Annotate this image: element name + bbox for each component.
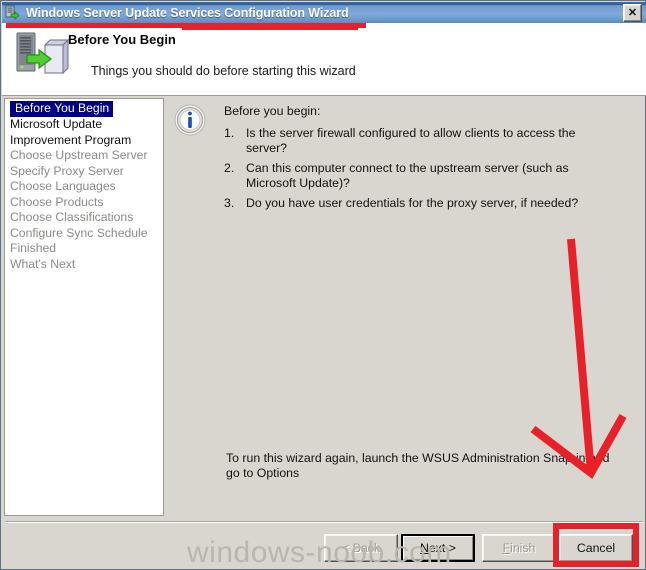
sidebar-item-6[interactable]: Choose Classifications (5, 210, 163, 226)
info-icon (174, 104, 206, 136)
sidebar-item-label: Before You Begin (10, 101, 114, 117)
checklist-item-text: Can this computer connect to the upstrea… (246, 161, 569, 190)
wizard-window: Windows Server Update Services Configura… (0, 0, 646, 570)
wsus-server-icon (5, 5, 21, 21)
page-title: Before You Begin (68, 32, 176, 47)
checklist-item: 2. Can this computer connect to the upstr… (224, 161, 624, 191)
wizard-header: Before You Begin Things you should do be… (2, 23, 646, 96)
cancel-button-label: Cancel (576, 541, 616, 555)
sidebar-item-label: Choose Languages (10, 179, 116, 193)
back-button[interactable]: < Back (324, 534, 398, 562)
content-intro: Before you begin: (224, 104, 321, 118)
window-title: Windows Server Update Services Configura… (26, 5, 349, 20)
sidebar-item-0[interactable]: Before You Begin (5, 99, 163, 117)
sidebar-item-7[interactable]: Configure Sync Schedule (5, 226, 163, 242)
sidebar-item-1[interactable]: Microsoft Update Improvement Program (5, 117, 163, 148)
button-bar-separator (5, 521, 643, 523)
sidebar-item-8[interactable]: Finished (5, 241, 163, 257)
next-button-label: Next > (420, 541, 456, 555)
sidebar-item-9[interactable]: What's Next (5, 257, 163, 273)
sidebar-item-3[interactable]: Specify Proxy Server (5, 164, 163, 180)
title-bar: Windows Server Update Services Configura… (2, 2, 646, 23)
page-subtitle: Things you should do before starting thi… (91, 64, 356, 78)
footnote-text: To run this wizard again, launch the WSU… (226, 451, 610, 480)
checklist-item-text: Is the server firewall configured to all… (246, 126, 576, 155)
cancel-button[interactable]: Cancel (559, 534, 633, 562)
checklist-item: 1. Is the server firewall configured to a… (224, 126, 624, 156)
sidebar-item-label: Specify Proxy Server (10, 163, 124, 178)
sidebar-item-label: Microsoft Update Improvement Program (10, 117, 132, 147)
checklist-item-text: Do you have user credentials for the pro… (246, 196, 579, 210)
sidebar-item-label: Choose Classifications (10, 210, 134, 224)
checklist-item-number: 1. (224, 126, 235, 140)
checklist: 1. Is the server firewall configured to a… (224, 126, 624, 216)
checklist-item-number: 3. (224, 196, 235, 210)
close-glyph: ✕ (627, 6, 638, 19)
finish-button-label: Finish (502, 541, 536, 555)
screenshot-root: Windows Server Update Services Configura… (0, 0, 646, 570)
sidebar-item-label: Configure Sync Schedule (10, 225, 148, 240)
sidebar-item-label: What's Next (10, 256, 76, 271)
sidebar-item-5[interactable]: Choose Products (5, 195, 163, 211)
finish-button[interactable]: Finish (482, 534, 556, 562)
back-button-label: < Back (342, 541, 380, 555)
next-button[interactable]: Next > (401, 534, 475, 562)
sidebar-item-label: Finished (10, 241, 57, 255)
checklist-item: 3. Do you have user credentials for the p… (224, 196, 624, 211)
wizard-step-list: Before You Begin Microsoft Update Improve… (4, 98, 164, 516)
sidebar-item-label: Choose Upstream Server (10, 148, 148, 162)
wsus-server-arrow-icon (11, 29, 70, 85)
sidebar-item-label: Choose Products (10, 194, 104, 209)
button-bar: < Back Next > Finish Cancel (1, 531, 646, 570)
sidebar-item-2[interactable]: Choose Upstream Server (5, 148, 163, 164)
close-icon[interactable]: ✕ (623, 4, 642, 22)
sidebar-item-4[interactable]: Choose Languages (5, 179, 163, 195)
checklist-item-number: 2. (224, 161, 235, 175)
wizard-content: Before you begin: 1. Is the server firewa… (168, 98, 644, 516)
